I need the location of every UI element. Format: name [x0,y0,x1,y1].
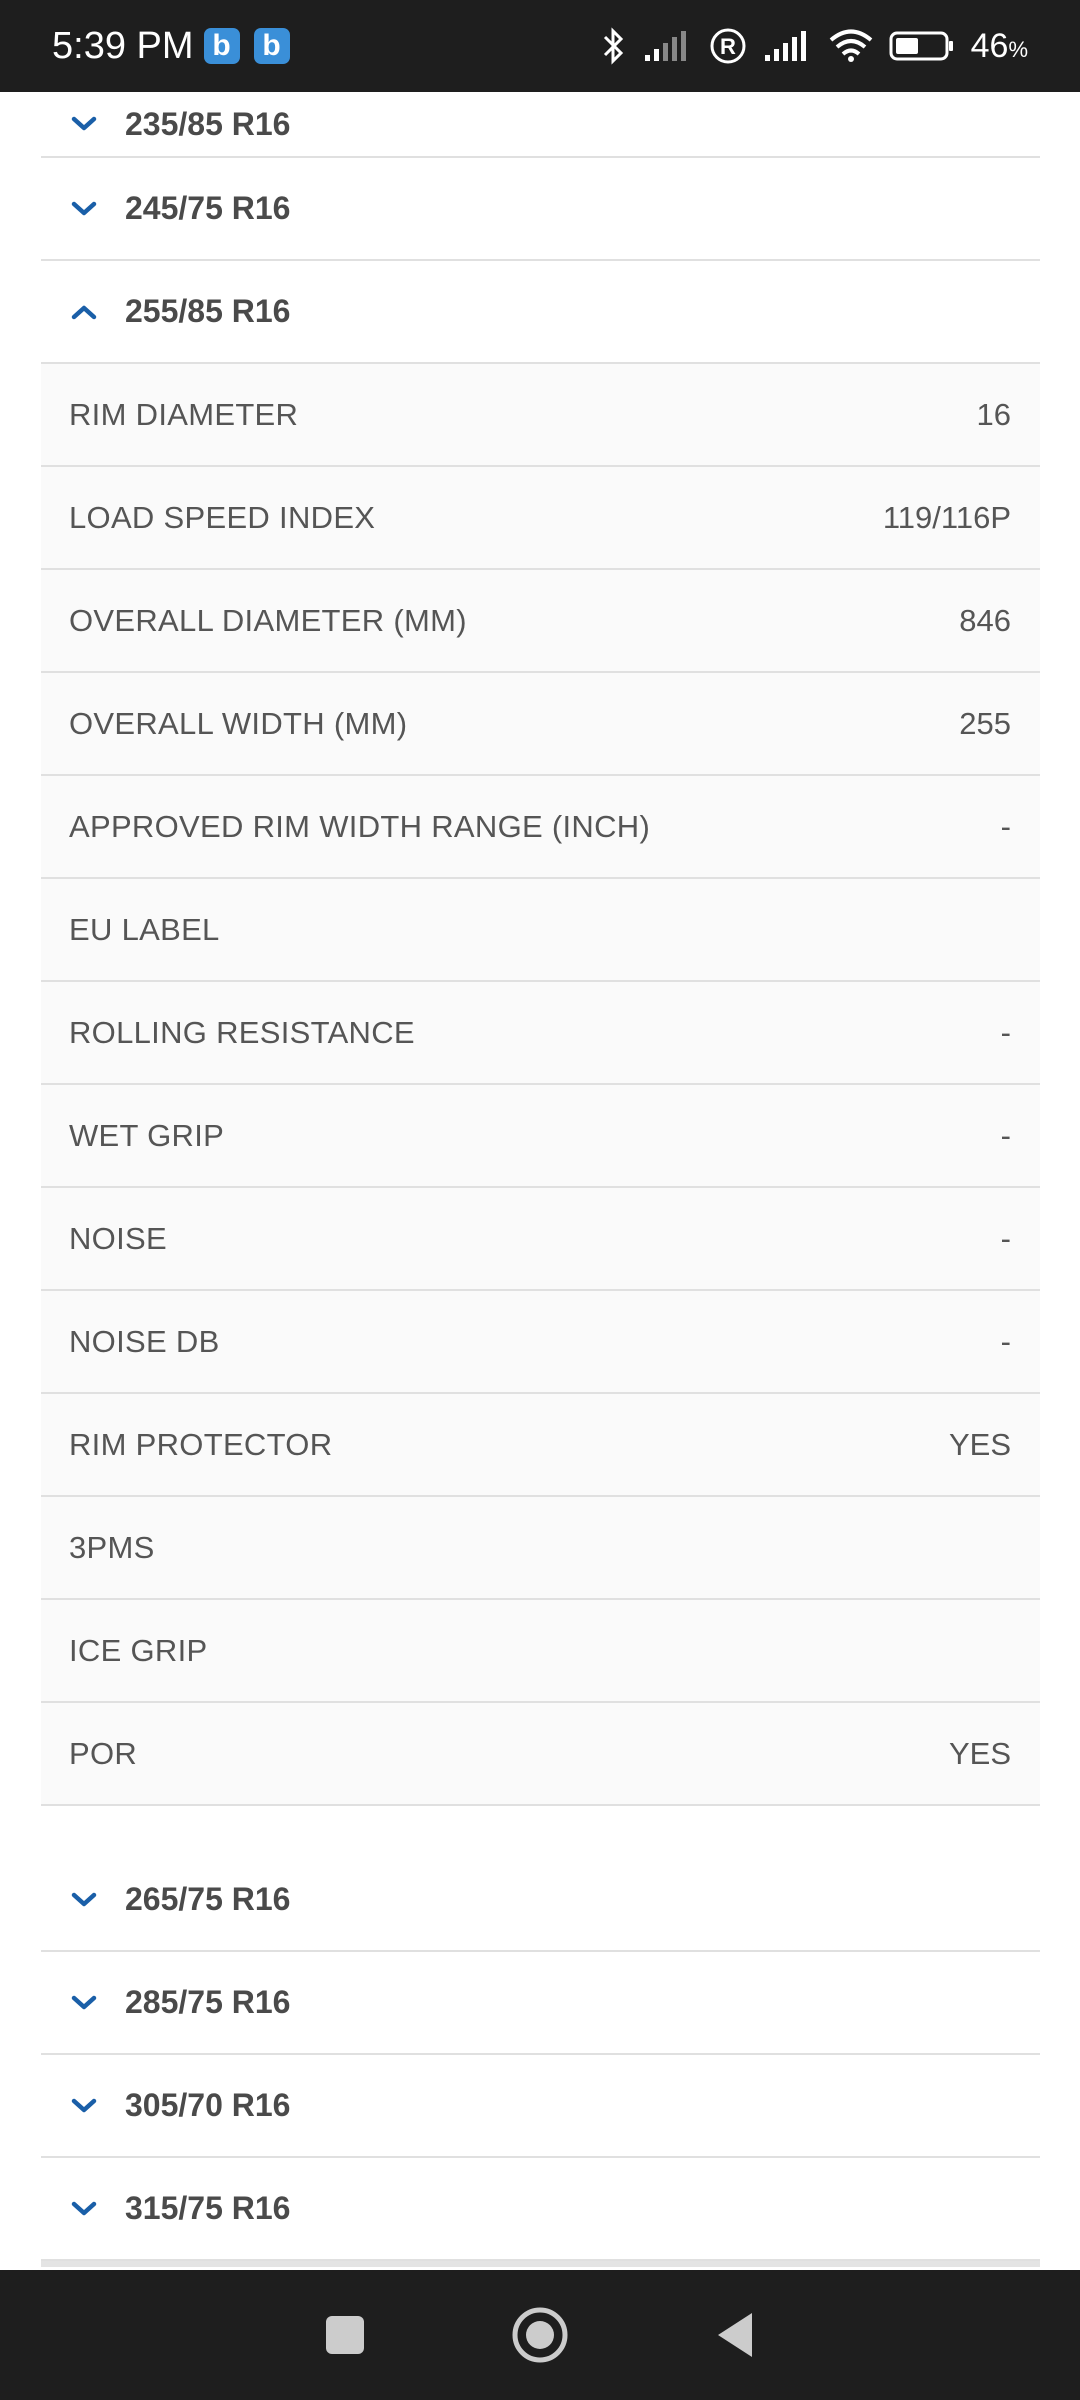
tire-size-list: 235/85 R16 245/75 R16 255/85 R16 RIM DIA… [41,92,1040,2270]
spec-row-ice-grip: ICE GRIP [41,1600,1040,1703]
spec-row-wet-grip: WET GRIP - [41,1085,1040,1188]
spec-row-noise-db: NOISE DB - [41,1291,1040,1394]
spec-value: 255 [959,705,1011,741]
size-label: 255/85 R16 [125,293,291,329]
spec-key: APPROVED RIM WIDTH RANGE (INCH) [69,808,651,844]
spec-key: POR [69,1735,138,1771]
spec-row-rim-diameter: RIM DIAMETER 16 [41,364,1040,467]
list-bottom-divider [41,2261,1040,2267]
spec-value: - [1000,808,1011,844]
size-label: 245/75 R16 [125,190,291,226]
size-accordion-245-75-r16[interactable]: 245/75 R16 [41,158,1040,261]
spec-key: LOAD SPEED INDEX [69,499,376,535]
svg-text:R: R [720,34,736,59]
spec-row-overall-width: OVERALL WIDTH (MM) 255 [41,673,1040,776]
size-accordion-255-85-r16[interactable]: 255/85 R16 [41,261,1040,364]
app-notification-badge: b [203,28,240,64]
spec-row-3pms: 3PMS [41,1497,1040,1600]
chevron-up-icon [65,304,103,320]
home-button[interactable] [500,2295,580,2375]
status-bar: 5:39 PM b b R 46% [0,0,1080,92]
spec-value: - [1000,1014,1011,1050]
spec-row-eu-label: EU LABEL [41,879,1040,982]
spec-value: 846 [959,602,1011,638]
spec-key: OVERALL DIAMETER (MM) [69,602,467,638]
spec-key: 3PMS [69,1529,155,1565]
size-label: 285/75 R16 [125,1984,291,2020]
status-time: 5:39 PM [52,24,194,67]
spec-key: NOISE DB [69,1323,220,1359]
size-label: 315/75 R16 [125,2190,291,2226]
spec-value: - [1000,1220,1011,1256]
system-navigation-bar [0,2270,1080,2400]
home-icon [512,2307,568,2363]
recents-icon [326,2316,364,2354]
size-accordion-265-75-r16[interactable]: 265/75 R16 [41,1849,1040,1952]
spec-key: ICE GRIP [69,1632,208,1668]
spec-key: NOISE [69,1220,167,1256]
recents-button[interactable] [305,2295,385,2375]
spec-value: 119/116P [882,499,1011,535]
battery-percent: 46% [970,26,1028,65]
chevron-down-icon [65,201,103,217]
spec-value: - [1000,1117,1011,1153]
signal-icon [764,31,806,61]
spec-row-overall-diameter: OVERALL DIAMETER (MM) 846 [41,570,1040,673]
back-button[interactable] [695,2295,775,2375]
spec-row-por: POR YES [41,1703,1040,1806]
spec-value: YES [948,1426,1011,1462]
signal-icon [644,31,686,61]
spec-key: OVERALL WIDTH (MM) [69,705,408,741]
battery-icon [889,31,953,61]
spec-key: RIM PROTECTOR [69,1426,333,1462]
spec-row-rim-protector: RIM PROTECTOR YES [41,1394,1040,1497]
spec-table: RIM DIAMETER 16 LOAD SPEED INDEX 119/116… [41,364,1040,1806]
spec-value: - [1000,1323,1011,1359]
roaming-icon: R [710,28,746,64]
size-label: 235/85 R16 [125,105,291,142]
spec-row-noise: NOISE - [41,1188,1040,1291]
chevron-down-icon [65,1892,103,1908]
size-accordion-285-75-r16[interactable]: 285/75 R16 [41,1952,1040,2055]
bluetooth-icon [603,27,623,65]
app-notification-badge: b [253,28,290,64]
spec-row-approved-rim-width-range: APPROVED RIM WIDTH RANGE (INCH) - [41,776,1040,879]
spec-value: 16 [976,396,1011,432]
chevron-down-icon [65,1995,103,2011]
size-accordion-305-70-r16[interactable]: 305/70 R16 [41,2055,1040,2158]
wifi-icon [829,29,872,62]
spec-key: ROLLING RESISTANCE [69,1014,415,1050]
spec-key: EU LABEL [69,911,220,947]
spec-key: WET GRIP [69,1117,225,1153]
size-accordion-315-75-r16[interactable]: 315/75 R16 [41,2158,1040,2261]
back-icon [718,2313,752,2357]
spec-value: YES [948,1735,1011,1771]
size-accordion-235-85-r16[interactable]: 235/85 R16 [41,92,1040,158]
size-label: 265/75 R16 [125,1881,291,1917]
chevron-down-icon [65,116,103,132]
spec-key: RIM DIAMETER [69,396,299,432]
spec-row-load-speed-index: LOAD SPEED INDEX 119/116P [41,467,1040,570]
spec-row-rolling-resistance: ROLLING RESISTANCE - [41,982,1040,1085]
size-label: 305/70 R16 [125,2087,291,2123]
chevron-down-icon [65,2098,103,2114]
status-icons: R 46% [601,27,1028,66]
chevron-down-icon [65,2201,103,2217]
